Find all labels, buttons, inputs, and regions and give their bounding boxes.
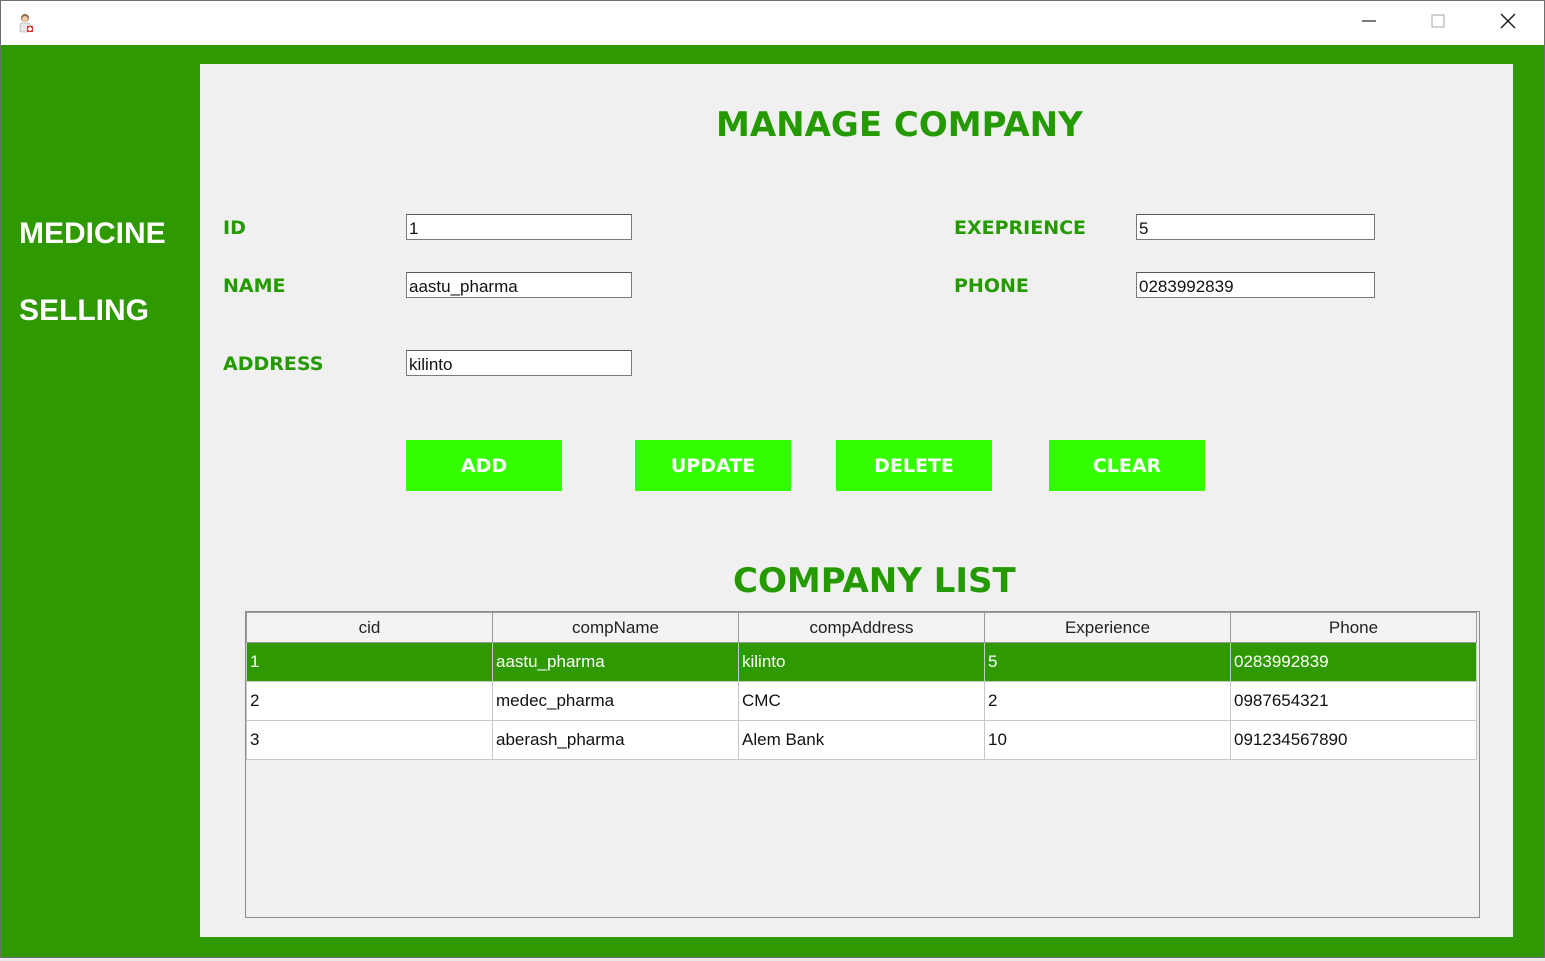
id-field[interactable] — [406, 214, 632, 240]
phone-field[interactable] — [1136, 272, 1375, 298]
column-header-experience[interactable]: Experience — [984, 612, 1231, 643]
column-header-phone[interactable]: Phone — [1230, 612, 1477, 643]
address-field[interactable] — [406, 350, 632, 376]
clear-button[interactable]: CLEAR — [1049, 440, 1205, 491]
table-row[interactable]: 2 medec_pharma CMC 2 0987654321 — [246, 681, 1477, 721]
table-cell[interactable]: 3 — [246, 720, 493, 760]
table-cell[interactable]: 2 — [984, 681, 1231, 721]
sidebar-title-medicine: MEDICINE — [19, 217, 166, 250]
table-cell[interactable]: 091234567890 — [1230, 720, 1477, 760]
table-cell[interactable]: CMC — [738, 681, 985, 721]
table-row[interactable]: 1 aastu_pharma kilinto 5 0283992839 — [246, 642, 1477, 682]
table-cell[interactable]: 0283992839 — [1230, 642, 1477, 682]
experience-field[interactable] — [1136, 214, 1375, 240]
page-title: MANAGE COMPANY — [716, 105, 1083, 145]
close-button[interactable] — [1474, 1, 1542, 45]
minimize-icon — [1361, 13, 1377, 34]
column-header-cid[interactable]: cid — [246, 612, 493, 643]
column-header-compname[interactable]: compName — [492, 612, 739, 643]
table-cell[interactable]: medec_pharma — [492, 681, 739, 721]
table-cell[interactable]: 1 — [246, 642, 493, 682]
table-cell[interactable]: 5 — [984, 642, 1231, 682]
table-header-row: cid compName compAddress Experience Phon… — [246, 612, 1477, 643]
address-label: ADDRESS — [223, 353, 324, 375]
app-window: MEDICINE SELLING MANAGE COMPANY ID NAME … — [0, 0, 1545, 958]
delete-button[interactable]: DELETE — [836, 440, 992, 491]
phone-label: PHONE — [954, 275, 1029, 297]
table-cell[interactable]: 10 — [984, 720, 1231, 760]
minimize-button[interactable] — [1335, 1, 1403, 45]
maximize-button[interactable] — [1404, 1, 1472, 45]
doctor-icon — [17, 13, 35, 33]
name-label: NAME — [223, 275, 286, 297]
close-icon — [1499, 12, 1517, 35]
table-cell[interactable]: Alem Bank — [738, 720, 985, 760]
experience-label: EXEPRIENCE — [954, 217, 1087, 239]
title-bar — [1, 1, 1544, 45]
company-table: cid compName compAddress Experience Phon… — [245, 611, 1480, 918]
id-label: ID — [223, 217, 246, 239]
maximize-icon — [1430, 13, 1446, 34]
table-cell[interactable]: 2 — [246, 681, 493, 721]
table-cell[interactable]: 0987654321 — [1230, 681, 1477, 721]
add-button[interactable]: ADD — [406, 440, 562, 491]
update-button[interactable]: UPDATE — [635, 440, 791, 491]
column-header-compaddress[interactable]: compAddress — [738, 612, 985, 643]
main-panel: MANAGE COMPANY ID NAME ADDRESS EXEPRIENC… — [200, 64, 1513, 937]
sidebar-title-selling: SELLING — [19, 294, 150, 327]
table-row[interactable]: 3 aberash_pharma Alem Bank 10 0912345678… — [246, 720, 1477, 760]
table-cell[interactable]: aberash_pharma — [492, 720, 739, 760]
company-list-title: COMPANY LIST — [733, 561, 1016, 601]
table-cell[interactable]: kilinto — [738, 642, 985, 682]
table-cell[interactable]: aastu_pharma — [492, 642, 739, 682]
name-field[interactable] — [406, 272, 632, 298]
